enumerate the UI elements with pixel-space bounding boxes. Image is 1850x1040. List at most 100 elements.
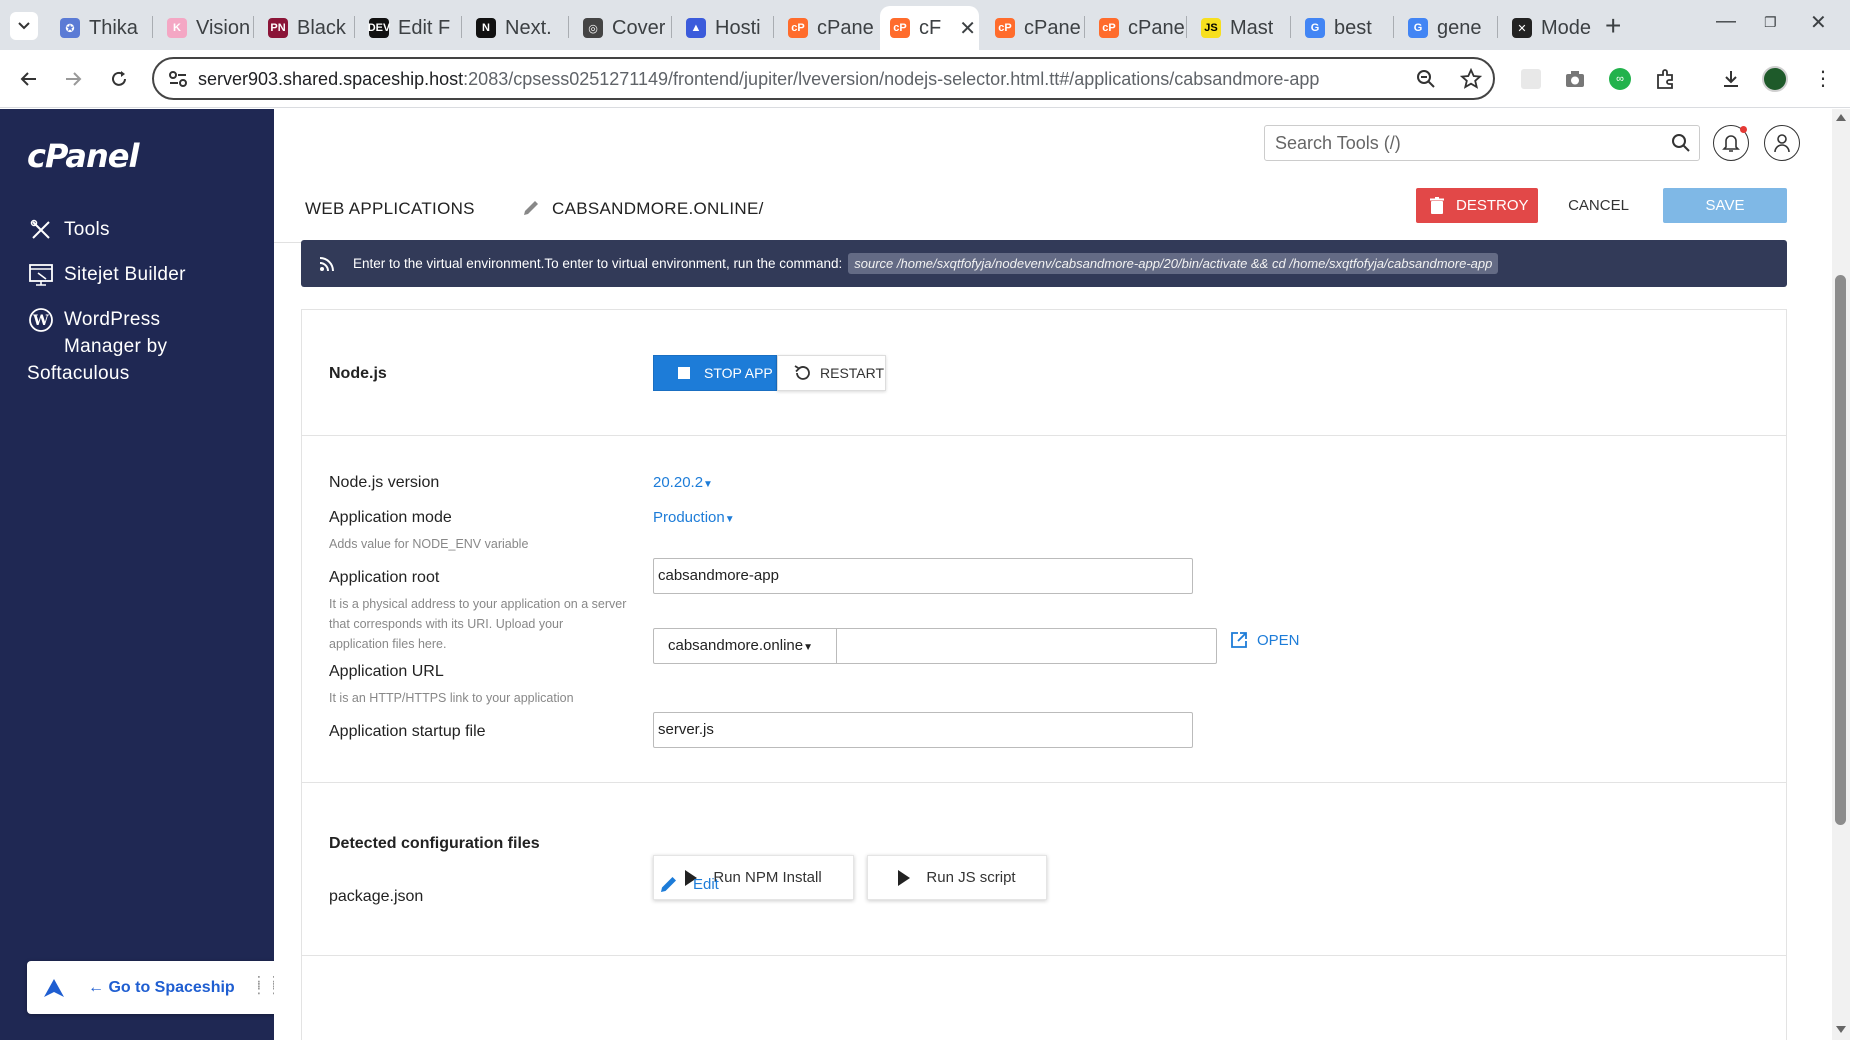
cpanel-logo[interactable]: cPanel xyxy=(27,137,139,175)
browser-tab[interactable]: ✕ Mode xyxy=(1502,6,1600,50)
bell-icon xyxy=(1722,135,1740,152)
extensions-puzzle-icon[interactable] xyxy=(1652,66,1678,92)
chevron-down-icon xyxy=(18,22,30,30)
browser-menu-icon[interactable]: ⋮ xyxy=(1810,66,1836,92)
user-icon xyxy=(1774,134,1790,153)
tab-title: best xyxy=(1334,16,1372,39)
edit-config-link[interactable]: Edit xyxy=(660,875,719,893)
scroll-down-arrow[interactable] xyxy=(1836,1026,1846,1033)
stop-app-button[interactable]: STOP APP xyxy=(653,355,777,391)
browser-tab-active[interactable]: cP cF ✕ xyxy=(880,6,979,50)
browser-tab[interactable]: Ggene xyxy=(1398,6,1495,50)
search-tools-input[interactable]: Search Tools (/) xyxy=(1264,125,1700,161)
restore-icon[interactable]: ❐ xyxy=(1764,14,1777,31)
browser-tab[interactable]: ▲ Hosti xyxy=(676,6,771,50)
application-mode-dropdown[interactable]: Production▼ xyxy=(653,509,735,526)
tab-title: cPane xyxy=(1128,16,1184,39)
application-root-input[interactable]: cabsandmore-app xyxy=(653,558,1193,594)
open-url-link[interactable]: OPEN xyxy=(1230,631,1300,649)
activate-command[interactable]: source /home/sxqtfofyja/nodevenv/cabsand… xyxy=(848,253,1499,274)
save-button[interactable]: SAVE xyxy=(1663,188,1787,223)
run-js-script-button[interactable]: Run JS script xyxy=(867,855,1047,900)
minimize-icon[interactable]: — xyxy=(1716,10,1736,33)
page-scrollbar-thumb[interactable] xyxy=(1835,275,1846,825)
startup-file-label: Application startup file xyxy=(329,723,486,740)
url-domain-dropdown[interactable]: cabsandmore.online▼ xyxy=(654,629,837,663)
tab-favicon-icon: ◎ xyxy=(583,18,603,38)
open-label: OPEN xyxy=(1257,631,1300,649)
tab-search-button[interactable] xyxy=(10,12,38,40)
browser-tab[interactable]: DEV Edit F xyxy=(359,6,459,50)
stop-app-label: STOP APP xyxy=(704,365,773,381)
sidebar-item-wordpress[interactable]: W WordPress xyxy=(27,306,160,334)
tab-favicon-icon: cP xyxy=(788,18,808,38)
destroy-button[interactable]: DESTROY xyxy=(1416,188,1538,223)
scroll-up-arrow[interactable] xyxy=(1836,114,1846,121)
sitejet-icon xyxy=(27,261,55,289)
close-tab-icon[interactable]: ✕ xyxy=(959,16,976,41)
tab-title: Mode xyxy=(1541,16,1592,39)
sidebar-item-label-line3[interactable]: Softaculous xyxy=(27,360,130,387)
site-settings-icon[interactable] xyxy=(168,70,188,88)
tab-title: Hosti xyxy=(715,16,761,39)
go-to-spaceship-link[interactable]: ← Go to Spaceship xyxy=(88,979,235,997)
application-url-group: cabsandmore.online▼ xyxy=(653,628,1217,664)
go-to-spaceship-card[interactable]: ← Go to Spaceship ⋮⋮ ⋮⋮ xyxy=(27,961,298,1014)
startup-file-input[interactable]: server.js xyxy=(653,712,1193,748)
search-placeholder: Search Tools (/) xyxy=(1275,133,1401,153)
browser-tab[interactable]: ◎ Cover xyxy=(573,6,669,50)
browser-tab[interactable]: Gbest xyxy=(1295,6,1391,50)
close-window-icon[interactable]: ✕ xyxy=(1810,10,1827,35)
tab-favicon-icon: cP xyxy=(890,18,910,38)
forward-button[interactable] xyxy=(58,64,88,94)
tab-favicon-icon: cP xyxy=(995,18,1015,38)
browser-tab[interactable]: K Vision xyxy=(157,6,251,50)
browser-tab[interactable]: JS Mast xyxy=(1191,6,1288,50)
tab-web-applications[interactable]: WEB APPLICATIONS xyxy=(305,199,475,219)
url-path-input[interactable] xyxy=(838,629,1216,663)
download-icon[interactable] xyxy=(1718,66,1744,92)
back-button[interactable] xyxy=(14,64,44,94)
profile-avatar-icon[interactable] xyxy=(1762,66,1788,92)
user-menu-button[interactable] xyxy=(1764,125,1800,161)
browser-tab[interactable]: cP cPane xyxy=(1089,6,1184,50)
zoom-icon[interactable] xyxy=(1416,69,1436,89)
tab-title: gene xyxy=(1437,16,1482,39)
tab-favicon-icon: ▲ xyxy=(686,18,706,38)
hint-line: It is a physical address to your applica… xyxy=(329,597,627,611)
sidebar-item-label-line2[interactable]: Manager by xyxy=(64,333,167,360)
browser-tab[interactable]: cP cPane xyxy=(778,6,873,50)
tab-favicon-icon: cP xyxy=(1099,18,1119,38)
reload-button[interactable] xyxy=(104,64,134,94)
browser-tab[interactable]: N Next. xyxy=(466,6,566,50)
address-bar[interactable]: server903.shared.spaceship.host:2083/cps… xyxy=(152,57,1495,100)
sidebar-item-sitejet[interactable]: Sitejet Builder xyxy=(27,261,186,289)
browser-tab[interactable]: ✪ Thika xyxy=(50,6,150,50)
tab-separator xyxy=(253,16,254,38)
tab-separator xyxy=(671,16,672,38)
section-divider xyxy=(302,955,1786,956)
new-tab-button[interactable]: + xyxy=(1605,10,1621,42)
caret-down-icon: ▼ xyxy=(724,514,735,525)
cancel-button[interactable]: CANCEL xyxy=(1538,188,1659,223)
run-npm-install-label: Run NPM Install xyxy=(713,869,822,886)
camera-icon[interactable] xyxy=(1562,66,1588,92)
tab-title: Edit F xyxy=(398,16,451,39)
extension-green-icon[interactable]: ∞ xyxy=(1607,66,1633,92)
tab-separator xyxy=(1290,16,1291,38)
sidebar-item-label: Sitejet Builder xyxy=(64,264,186,285)
extension-placeholder-icon[interactable] xyxy=(1518,66,1544,92)
nodejs-version-dropdown[interactable]: 20.20.2▼ xyxy=(653,474,713,491)
application-root-hint: It is a physical address to your applica… xyxy=(329,594,626,654)
url-text: server903.shared.spaceship.host:2083/cps… xyxy=(198,69,1320,89)
search-icon[interactable] xyxy=(1671,133,1691,153)
sidebar-item-tools[interactable]: Tools xyxy=(27,216,110,244)
nodejs-version-label: Node.js version xyxy=(329,474,440,491)
tab-current-app[interactable]: CABSANDMORE.ONLINE/ xyxy=(522,183,764,243)
notifications-button[interactable] xyxy=(1713,125,1749,161)
restart-button[interactable]: RESTART xyxy=(777,355,886,391)
bookmark-star-icon[interactable] xyxy=(1460,68,1482,90)
browser-tab[interactable]: cP cPane xyxy=(985,6,1082,50)
tools-icon xyxy=(27,216,55,244)
browser-tab[interactable]: PN Black xyxy=(258,6,352,50)
